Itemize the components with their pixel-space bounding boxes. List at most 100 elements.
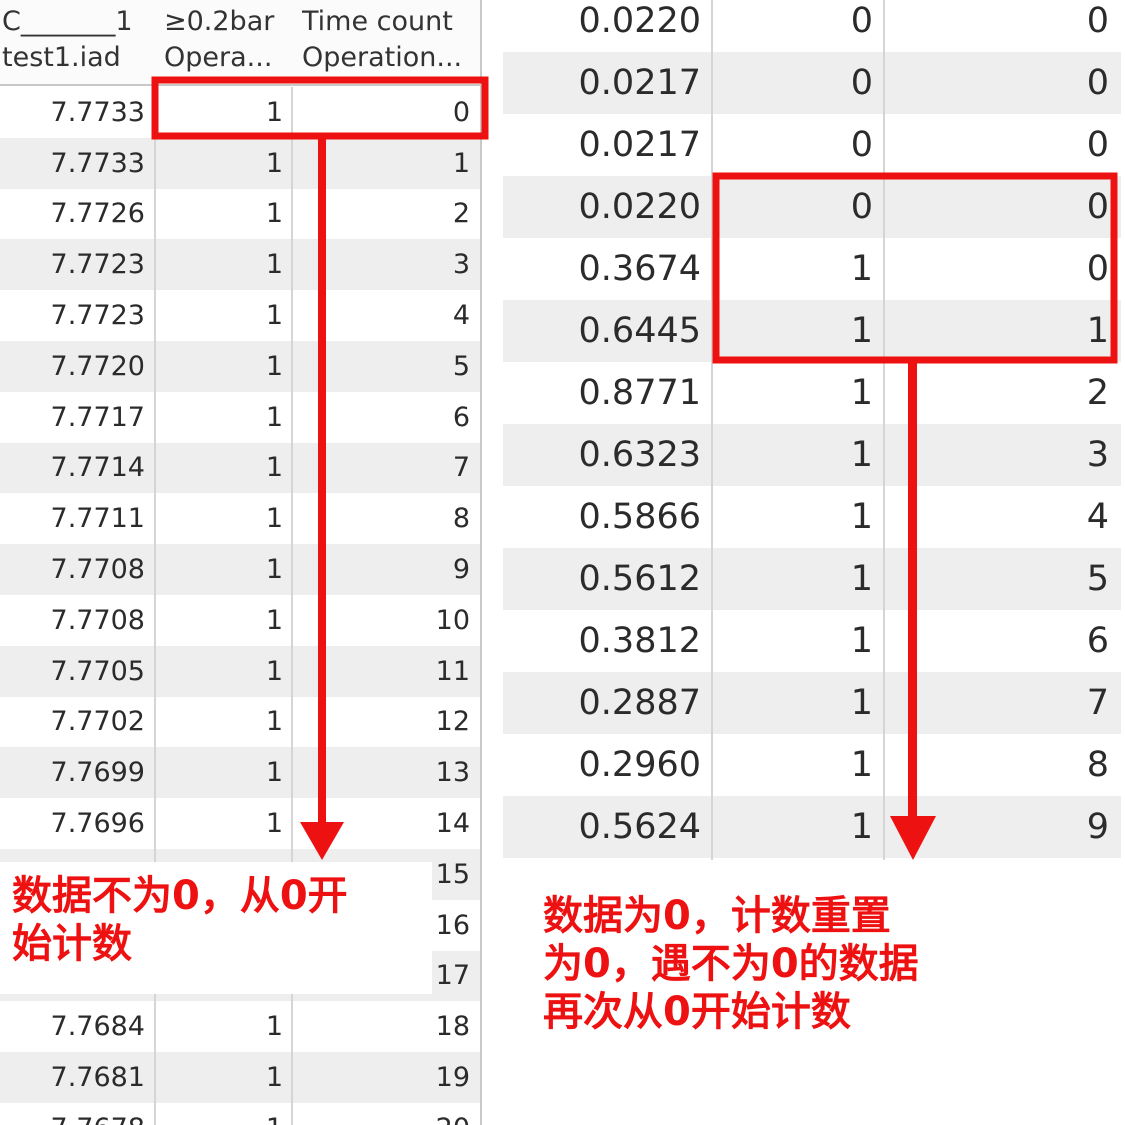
table-row[interactable]: 7.7726 1 2 [0,189,480,240]
operation-cell: 1 [265,249,283,281]
table-row[interactable]: 7.7705 1 11 [0,645,480,697]
operation-cell: 1 [850,745,873,785]
table-row[interactable]: 0.3674 1 0 [503,238,1121,300]
operation-cell: 1 [265,96,283,128]
c1-value-cell: 0.3812 [578,621,701,661]
operation-cell: 0 [850,125,873,165]
time-count-cell: 1 [452,147,470,179]
column-header-operation[interactable]: ≥0.2bar Opera... [164,4,288,76]
operation-cell: 0 [850,187,873,227]
operation-cell: 1 [850,311,873,351]
table-row[interactable]: 0.0217 0 0 [503,114,1121,176]
operation-cell: 1 [265,604,283,636]
column-divider [883,0,885,860]
c1-value-cell: 7.7733 [50,96,145,128]
table-row[interactable]: 0.3812 1 6 [503,610,1121,672]
time-count-cell: 8 [1086,745,1109,785]
column-header-time-count[interactable]: Time count Operation... [302,4,478,76]
table-row[interactable]: 7.7711 1 8 [0,493,480,544]
c1-value-cell: 0.5624 [578,807,701,847]
c1-value-cell: 0.0217 [578,63,701,103]
note-line: 再次从0开始计数 [543,989,851,1035]
left-annotation-note: 数据不为0，从0开 始计数 [0,862,432,994]
operation-cell: 1 [850,249,873,289]
operation-cell: 1 [265,452,283,484]
time-count-cell: 0 [1086,187,1109,227]
table-row[interactable]: 0.6445 1 1 [503,300,1121,362]
operation-cell: 1 [265,300,283,332]
table-row[interactable]: 7.7720 1 5 [0,341,480,392]
table-row[interactable]: 7.7681 1 19 [0,1052,480,1103]
table-row[interactable]: 7.7702 1 12 [0,697,480,748]
table-row[interactable]: 7.7733 1 1 [0,137,480,189]
table-row[interactable]: 0.0220 0 0 [503,0,1121,52]
table-row[interactable]: 7.7684 1 18 [0,1001,480,1052]
table-row[interactable]: 7.7678120 [0,1103,480,1125]
table-row[interactable]: 7.7733 1 0 [0,87,480,138]
time-count-cell: 0 [1086,1,1109,41]
table-row[interactable]: 0.8771 1 2 [503,362,1121,424]
right-data-table: 0.0220 0 0 0.0217 0 0 0.0217 0 0 0.0220 0 0 0.3674 1 0… [503,0,1121,860]
time-count-cell: 20 [293,1103,480,1125]
time-count-cell: 7 [452,452,470,484]
operation-cell: 1 [850,621,873,661]
time-count-cell: 1 [1086,311,1109,351]
time-count-cell: 2 [452,198,470,230]
operation-cell: 1 [265,503,283,535]
c1-value-cell: 7.7708 [50,604,145,636]
column-divider [711,0,713,860]
c1-value-cell: 0.3674 [578,249,701,289]
c1-value-cell: 7.7726 [50,198,145,230]
table-row[interactable]: 7.7708 1 10 [0,595,480,646]
time-count-cell: 2 [1086,373,1109,413]
table-row[interactable]: 0.5866 1 4 [503,486,1121,548]
c1-value-cell: 0.8771 [578,373,701,413]
time-count-cell: 6 [1086,621,1109,661]
operation-cell: 1 [265,706,283,738]
operation-cell: 1 [850,683,873,723]
c1-value-cell: 7.7723 [50,300,145,332]
table-row[interactable]: 0.5612 1 5 [503,548,1121,610]
table-row[interactable]: 0.5624 1 9 [503,796,1121,858]
c1-value-cell: 7.7720 [50,350,145,382]
operation-cell: 1 [265,1062,283,1094]
time-count-cell: 3 [1086,435,1109,475]
c1-value-cell: 0.6445 [578,311,701,351]
note-line: 为0，遇不为0的数据 [543,941,919,987]
time-count-cell: 3 [452,249,470,281]
table-row[interactable]: 0.2887 1 7 [503,672,1121,734]
table-row[interactable]: 7.7717 1 6 [0,392,480,443]
table-row[interactable]: 7.7714 1 7 [0,442,480,494]
c1-value-cell: 7.7714 [50,452,145,484]
column-header-c1[interactable]: C_______1 test1.iad [2,4,150,76]
table-row[interactable]: 0.0220 0 0 [503,176,1121,238]
operation-cell: 1 [265,1011,283,1043]
c1-value-cell: 7.7681 [50,1062,145,1094]
operation-cell: 1 [265,655,283,687]
table-row[interactable]: 7.7699 1 13 [0,747,480,799]
table-row[interactable]: 0.0217 0 0 [503,52,1121,114]
c1-value-cell: 7.7678 [0,1103,155,1125]
table-row[interactable]: 7.7696 1 14 [0,798,480,849]
table-row[interactable]: 7.7723 1 4 [0,290,480,341]
c1-value-cell: 7.7699 [50,757,145,789]
c1-value-cell: 7.7711 [50,503,145,535]
operation-cell: 1 [850,373,873,413]
c1-value-cell: 7.7723 [50,249,145,281]
time-count-cell: 19 [435,1062,470,1094]
table-row[interactable]: 0.6323 1 3 [503,424,1121,486]
c1-value-cell: 7.7705 [50,655,145,687]
operation-cell: 1 [155,1103,293,1125]
operation-cell: 1 [850,497,873,537]
table-row[interactable]: 7.7708 1 9 [0,544,480,595]
c1-value-cell: 0.5866 [578,497,701,537]
note-line: 始计数 [12,921,132,967]
c1-value-cell: 0.6323 [578,435,701,475]
operation-cell: 1 [265,808,283,840]
table-row[interactable]: 7.7723 1 3 [0,239,480,291]
time-count-cell: 14 [435,808,470,840]
time-count-cell: 0 [1086,63,1109,103]
time-count-cell: 13 [435,757,470,789]
table-row[interactable]: 0.2960 1 8 [503,734,1121,796]
right-annotation-note: 数据为0，计数重置 为0，遇不为0的数据 再次从0开始计数 [503,862,1113,1092]
